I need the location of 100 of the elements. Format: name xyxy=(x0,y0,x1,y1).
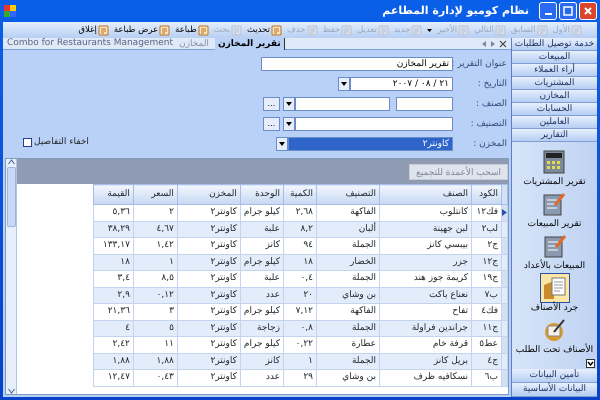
toolbar-button[interactable]: إغلاق xyxy=(77,24,110,36)
scroll-right-icon[interactable] xyxy=(490,40,496,48)
sidebar-group-button[interactable]: خدمة توصيل الطلبات xyxy=(512,38,597,51)
checkbox[interactable] xyxy=(23,138,32,147)
dropdown-button[interactable] xyxy=(283,97,295,111)
table-cell: كيلو جرام xyxy=(240,204,284,221)
table-cell: بريل كانز xyxy=(380,353,472,370)
column-header[interactable]: التصنيف xyxy=(316,184,380,204)
toolbar-icon xyxy=(494,24,506,36)
table-cell: كاونتر٢ xyxy=(177,336,240,353)
input-field[interactable]: ٢١ / ٠٨ / ٢٠٠٧ xyxy=(350,77,453,91)
table-cell: زجاجة xyxy=(240,320,284,336)
table-cell: عدد xyxy=(240,287,284,304)
window-title: نظام كومبو لإدارة المطاعم xyxy=(382,4,529,18)
table-cell: لب٢ xyxy=(472,221,502,238)
document-pen-icon xyxy=(541,191,568,217)
table-cell: ٠,٤ xyxy=(284,270,316,287)
column-header[interactable]: القيمة xyxy=(93,184,134,204)
field-label: الصنف : xyxy=(475,98,507,111)
sidebar-item[interactable]: الأصناف تحت الطلب xyxy=(514,314,594,356)
row-header[interactable] xyxy=(502,204,508,221)
column-header[interactable]: الوحدة xyxy=(240,184,284,204)
table-cell: نسكافيه ظرف xyxy=(380,370,472,386)
table-cell: ٢,٦٨ xyxy=(284,204,316,221)
toolbar-button[interactable]: طباعة xyxy=(174,24,210,36)
sidebar-group-button[interactable]: الحسابات xyxy=(512,103,597,116)
column-header[interactable]: المخزن xyxy=(177,184,240,204)
table-cell: ١ xyxy=(133,254,178,270)
dropdown-button[interactable] xyxy=(276,137,288,151)
table-cell: ٣٨,٢٩ xyxy=(93,221,134,238)
table-cell: بن وشاي xyxy=(316,287,380,304)
sidebar-item[interactable]: جرد الأصناف xyxy=(530,272,580,314)
maximize-button[interactable] xyxy=(559,2,577,20)
field-label: المخزن : xyxy=(472,138,507,151)
ellipsis-button[interactable]: ... xyxy=(263,97,280,111)
sidebar-group-button[interactable]: المخازن xyxy=(512,90,597,103)
scroll-up-icon[interactable] xyxy=(8,159,14,165)
toolbar-icon xyxy=(306,24,318,36)
scroll-down-icon[interactable] xyxy=(586,359,595,368)
table-cell: ٠,٤٣ xyxy=(133,370,178,386)
app-icon xyxy=(3,4,17,18)
column-header[interactable]: السعر xyxy=(133,184,178,204)
column-header[interactable]: الكود xyxy=(472,184,502,204)
toolbar-button[interactable]: عرض طباعة xyxy=(112,24,172,36)
table-cell: كاونتر٢ xyxy=(177,353,240,370)
table-cell: ج١١ xyxy=(472,320,502,336)
sidebar-item[interactable]: تقرير المشتريات xyxy=(522,146,587,188)
table-cell: بيبسي كانز xyxy=(380,238,472,254)
table-cell: الجملة xyxy=(316,238,380,254)
table-cell: ١١ xyxy=(133,336,178,353)
ellipsis-button[interactable]: ... xyxy=(263,117,280,131)
tab[interactable]: تقرير المخازن xyxy=(214,38,285,50)
scroll-thumb[interactable] xyxy=(6,167,16,227)
input-field[interactable]: كاونتر٢ xyxy=(288,137,453,151)
sidebar-group-button[interactable]: البيانات الأساسية xyxy=(512,383,597,397)
table-cell: ب٧ xyxy=(472,287,502,304)
sidebar-group-button[interactable]: المشتريات xyxy=(512,77,597,90)
input-field[interactable] xyxy=(396,97,453,111)
toolbar-icon xyxy=(198,24,209,36)
table-cell: تفاح xyxy=(380,304,472,320)
toolbar-icon xyxy=(230,24,242,36)
table-cell: الجملة xyxy=(316,270,380,287)
table-cell: ٢٩ xyxy=(284,370,316,386)
minimize-button[interactable] xyxy=(539,2,557,20)
sidebar-group-button[interactable]: العاملين xyxy=(512,116,597,129)
table-cell: ٤ xyxy=(93,320,134,336)
scroll-left-icon[interactable] xyxy=(481,40,487,48)
dropdown-button[interactable] xyxy=(283,117,295,131)
table-cell: كاونتر٢ xyxy=(177,304,240,320)
table-cell: ٢,٤٢ xyxy=(93,336,134,353)
close-button[interactable] xyxy=(579,2,597,20)
caret-icon xyxy=(341,81,347,87)
table-cell: ١,٤٢ xyxy=(133,238,178,254)
table-cell: لبن جهينة xyxy=(380,221,472,238)
column-header[interactable]: الكمية xyxy=(284,184,316,204)
sidebar-item[interactable]: تقرير المبيعات xyxy=(526,188,582,230)
close-icon[interactable] xyxy=(499,40,507,48)
input-field[interactable] xyxy=(295,117,453,131)
table-cell: ب٦ xyxy=(472,370,502,386)
table-cell: الجملة xyxy=(316,353,380,370)
table-cell: كيلو جرام xyxy=(240,336,284,353)
table-cell: ٢ xyxy=(133,204,178,221)
table-cell: ١٣٣,١٧ xyxy=(93,238,134,254)
sidebar-group-button[interactable]: المبيعات xyxy=(512,51,597,64)
calculator-icon xyxy=(541,149,568,175)
table-cell: الفاكهة xyxy=(316,204,380,221)
sidebar-group-button[interactable]: أراء العملاء xyxy=(512,64,597,77)
table-cell: علبة xyxy=(240,270,284,287)
toolbar-overflow-icon[interactable] xyxy=(426,26,434,34)
toolbar-button[interactable]: تحديث xyxy=(246,24,283,36)
input-field[interactable]: تقرير المخازن xyxy=(261,57,453,71)
sidebar-item[interactable]: المبيعات بالأعداد xyxy=(522,230,586,272)
table-cell: ج١٢ xyxy=(472,254,502,270)
column-header[interactable]: الصنف xyxy=(380,184,472,204)
sidebar-group-button[interactable]: التقارير xyxy=(512,129,597,142)
dropdown-button[interactable] xyxy=(338,77,350,91)
table-cell: فك٤ xyxy=(472,304,502,320)
input-field[interactable] xyxy=(295,97,390,111)
vertical-scrollbar[interactable] xyxy=(6,159,17,394)
sidebar-group-button[interactable]: تأمين البيانات xyxy=(512,369,597,383)
